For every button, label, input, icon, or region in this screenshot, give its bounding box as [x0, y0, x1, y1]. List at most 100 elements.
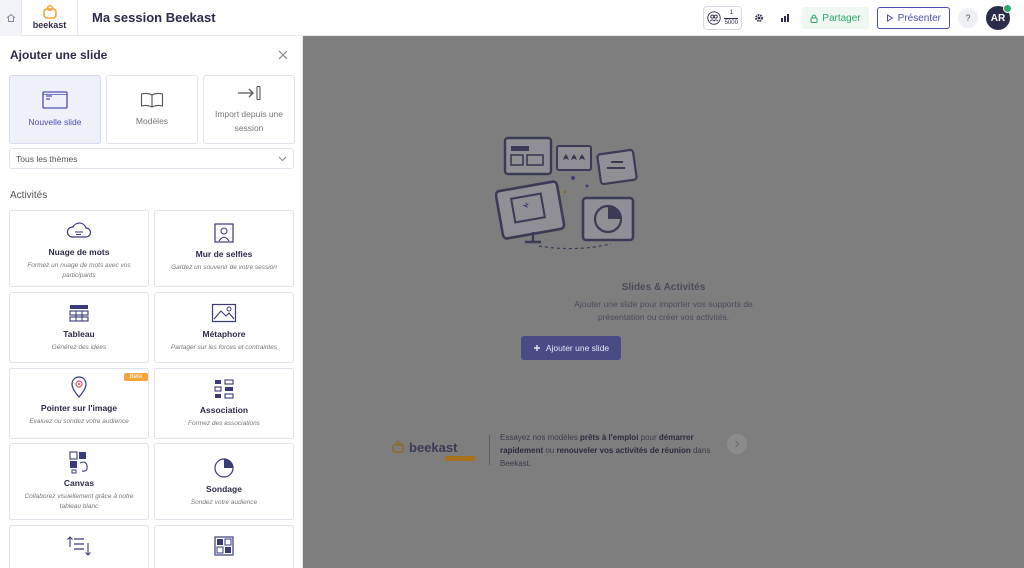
main-editor-area: Slides & Activités Ajouter une slide pou… [303, 36, 1024, 568]
activity-poll[interactable]: Sondage Sondez votre audience [154, 443, 294, 520]
bee-logo-icon [392, 441, 404, 453]
empty-state-line-1: Ajouter une slide pour importer vos supp… [574, 299, 753, 309]
participants-icon [707, 11, 721, 25]
import-icon [238, 85, 261, 100]
bee-logo-icon [42, 5, 57, 19]
add-slide-button[interactable]: Ajouter une slide [521, 336, 621, 360]
promo-divider [489, 435, 490, 465]
activity-prioritization[interactable] [9, 525, 149, 568]
promo-logo-tag [445, 455, 475, 461]
activity-desc: Collaborez visuellement grâce à notre ta… [24, 493, 134, 510]
stats-button[interactable] [776, 7, 794, 29]
sort-icon [67, 536, 91, 556]
activity-desc: Gardez un souvenir de votre session [171, 264, 277, 271]
empty-state-description: Ajouter une slide pour importer vos supp… [303, 298, 1024, 324]
empty-state-title: Slides & Activités [621, 282, 706, 293]
activity-desc: Sondez votre audience [190, 499, 258, 506]
image-icon [211, 303, 237, 323]
activity-title: Pointer sur l'image [40, 403, 118, 413]
pie-chart-icon [214, 458, 234, 478]
play-icon [886, 14, 894, 22]
close-icon[interactable] [276, 48, 290, 62]
mode-import-label: Import depuis une session [214, 108, 284, 133]
promo-text: Essayez nos modèles prêts à l'emploi pou… [500, 431, 720, 470]
theme-select-value: Tous les thèmes [16, 153, 78, 164]
activity-association[interactable]: Association Formez des associations [154, 368, 294, 439]
activity-selfie-wall[interactable]: Mur de selfies Gardez un souvenir de vot… [154, 210, 294, 287]
activity-canvas[interactable]: Canvas Collaborez visuellement grâce à n… [9, 443, 149, 520]
settings-button[interactable] [750, 7, 768, 29]
promo-text-part: Essayez nos modèles [500, 432, 581, 442]
activity-image-pointer[interactable]: Beta Pointer sur l'image Evaluez ou sond… [9, 368, 149, 439]
activity-desc: Formez des associations [188, 420, 260, 427]
home-button[interactable] [0, 0, 22, 36]
top-bar: beekast Ma session Beekast 1 5000 Partag… [0, 0, 1024, 36]
beekast-logo[interactable]: beekast [22, 0, 78, 36]
participants-counter[interactable]: 1 5000 [703, 6, 743, 30]
promo-text-bold: prêts à l'emploi [580, 432, 639, 442]
avatar-badge [1003, 4, 1012, 13]
logo-text: beekast [32, 20, 67, 30]
activity-title: Association [199, 405, 249, 415]
theme-select[interactable]: Tous les thèmes [9, 148, 294, 169]
mode-new-slide[interactable]: Nouvelle slide [9, 75, 101, 144]
present-button[interactable]: Présenter [876, 7, 950, 29]
activity-desc: Evaluez ou sondez votre audience [29, 418, 129, 425]
bar-chart-icon [781, 14, 790, 22]
promo-text-part: pour [638, 432, 659, 442]
present-label: Présenter [897, 12, 941, 24]
activity-desc: Générez des idées [51, 344, 107, 351]
activities-heading: Activités [10, 190, 48, 201]
activity-matrix[interactable] [154, 525, 294, 568]
mode-import[interactable]: Import depuis une session [203, 75, 295, 144]
activity-desc: Formez un nuage de mots avec vos partici… [27, 262, 131, 279]
panel-title: Ajouter une slide [10, 48, 108, 62]
mode-templates-label: Modèles [135, 115, 169, 126]
activity-title: Tableau [63, 329, 95, 339]
chevron-down-icon [278, 156, 287, 161]
map-pin-icon [71, 376, 87, 398]
activity-word-cloud[interactable]: Nuage de mots Formez un nuage de mots av… [9, 210, 149, 287]
mode-templates[interactable]: Modèles [106, 75, 198, 144]
book-icon [140, 92, 164, 108]
activity-title: Nuage de mots [48, 247, 110, 257]
activity-metaphor[interactable]: Métaphore Partager sur les forces et con… [154, 292, 294, 363]
table-icon [69, 305, 89, 322]
selfie-icon [214, 223, 234, 243]
session-title[interactable]: Ma session Beekast [92, 10, 216, 25]
canvas-icon [69, 451, 88, 474]
chevron-right-icon [735, 440, 740, 448]
share-label: Partager [822, 12, 861, 24]
lock-icon [810, 14, 818, 23]
association-icon [214, 379, 234, 399]
activity-title: Sondage [206, 484, 242, 494]
promo-text-bold: renouveler vos activités de réunion [556, 445, 691, 455]
mode-new-slide-label: Nouvelle slide [28, 116, 82, 127]
home-icon [6, 13, 15, 22]
promo-next-button[interactable] [727, 434, 747, 454]
participants-max: 5000 [724, 19, 738, 26]
help-button[interactable]: ? [958, 8, 978, 28]
promo-logo: beekast [391, 440, 479, 461]
user-avatar[interactable]: AR [986, 4, 1012, 30]
activity-board[interactable]: Tableau Générez des idées [9, 292, 149, 363]
share-button[interactable]: Partager [802, 7, 869, 29]
promo-text-part: ou [543, 445, 557, 455]
gear-icon [755, 14, 764, 22]
matrix-icon [214, 536, 234, 556]
activity-desc: Partager sur les forces et contraintes [170, 344, 278, 351]
add-slide-panel: Ajouter une slide Nouvelle slide Modèles… [0, 36, 303, 568]
participants-current: 1 [729, 9, 733, 16]
slides-activities-illustration [495, 136, 638, 250]
cloud-icon [66, 222, 92, 238]
promo-logo-text: beekast [409, 439, 458, 455]
templates-promo: beekast Essayez nos modèles prêts à l'em… [391, 428, 851, 472]
slide-icon [42, 90, 68, 109]
plus-icon [533, 345, 540, 351]
activity-title: Métaphore [202, 329, 246, 339]
avatar-initials: AR [990, 12, 1006, 24]
activity-title: Canvas [63, 478, 95, 488]
empty-state-line-2: présentation ou créer vos activités. [597, 312, 730, 322]
beta-badge: Beta [123, 373, 148, 381]
activity-title: Mur de selfies [195, 249, 253, 259]
